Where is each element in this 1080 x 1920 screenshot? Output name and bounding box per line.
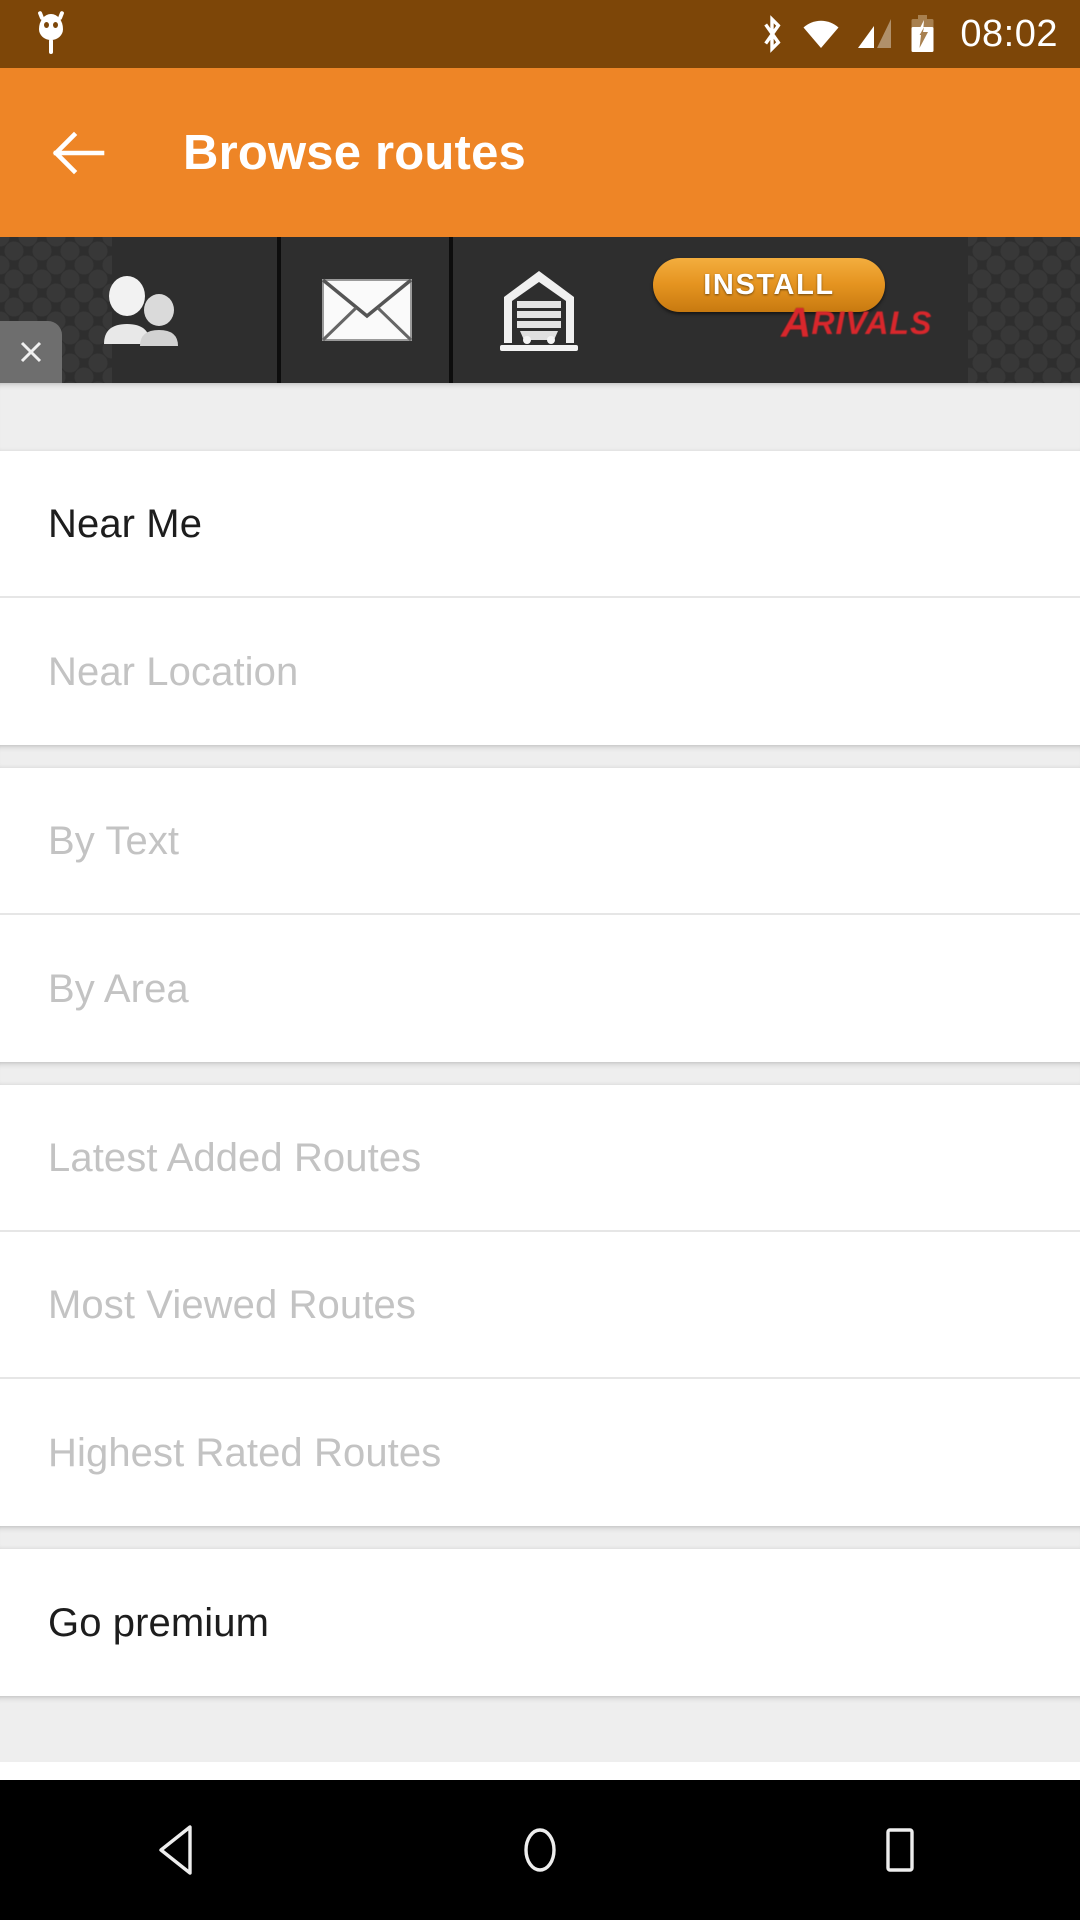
ad-close-button[interactable] <box>0 321 62 383</box>
mail-icon <box>321 278 413 342</box>
wifi-icon <box>803 20 839 48</box>
list-item-highest-rated-routes[interactable]: Highest Rated Routes <box>0 1379 1080 1526</box>
section-gap-top <box>0 383 1080 451</box>
owl-icon <box>34 10 68 56</box>
back-arrow-icon[interactable] <box>50 125 106 181</box>
list-item-most-viewed-routes[interactable]: Most Viewed Routes <box>0 1232 1080 1379</box>
list-item-near-me[interactable]: Near Me <box>0 451 1080 598</box>
nav-home-button[interactable] <box>465 1780 615 1920</box>
close-icon <box>20 341 42 363</box>
cellular-signal-icon <box>858 19 892 48</box>
list-item-label: Go premium <box>48 1600 270 1645</box>
nav-home-icon <box>524 1828 556 1872</box>
app-bar: Browse routes <box>0 68 1080 237</box>
section-gap-bottom <box>0 1696 1080 1762</box>
nav-back-button[interactable] <box>105 1780 255 1920</box>
list-item-latest-added-routes[interactable]: Latest Added Routes <box>0 1085 1080 1232</box>
people-icon <box>103 276 178 346</box>
status-bar-clock: 08:02 <box>960 13 1058 55</box>
status-bar-system-icons: 08:02 <box>759 15 1058 53</box>
section-gap-premium <box>0 1526 1080 1549</box>
page-title: Browse routes <box>183 125 526 180</box>
ad-cell-mail[interactable] <box>281 237 453 383</box>
bluetooth-icon <box>764 15 781 53</box>
list-item-label: Highest Rated Routes <box>48 1430 442 1475</box>
list-item-near-location[interactable]: Near Location <box>0 598 1080 745</box>
nav-back-icon <box>159 1825 192 1875</box>
install-button-label: INSTALL <box>703 268 835 301</box>
ad-cell-install[interactable]: INSTALL A RIVALS <box>625 237 1080 383</box>
list-item-go-premium[interactable]: Go premium <box>0 1549 1080 1696</box>
status-bar: 08:02 <box>0 0 1080 68</box>
list-item-label: Most Viewed Routes <box>48 1282 416 1327</box>
ad-banner[interactable]: INSTALL A RIVALS <box>0 237 1080 383</box>
list-item-label: By Text <box>48 818 180 863</box>
list-item-by-area[interactable]: By Area <box>0 915 1080 1062</box>
phone-screen: 08:02 Browse routes INSTALL A RIVALS Nea… <box>0 0 1080 1920</box>
nav-recents-icon <box>886 1828 914 1872</box>
section-gap-routes <box>0 1062 1080 1085</box>
ad-brand-name: RIVALS <box>811 305 933 341</box>
list-item-by-text[interactable]: By Text <box>0 768 1080 915</box>
section-gap-search <box>0 745 1080 768</box>
list-item-label: Near Location <box>48 649 299 694</box>
list-item-label: By Area <box>48 966 189 1011</box>
list-item-label: Near Me <box>48 501 203 546</box>
ad-brand-mark: A <box>781 299 811 346</box>
list-item-label: Latest Added Routes <box>48 1135 422 1180</box>
battery-charging-icon <box>911 15 934 52</box>
ad-cell-garage[interactable] <box>453 237 625 383</box>
browse-routes-list: Near Me Near Location By Text By Area La… <box>0 383 1080 1762</box>
ad-brand-logo: A RIVALS <box>781 302 932 344</box>
system-navigation-bar <box>0 1780 1080 1920</box>
nav-recents-button[interactable] <box>825 1780 975 1920</box>
garage-icon <box>500 271 578 351</box>
status-bar-notifications <box>34 10 68 56</box>
